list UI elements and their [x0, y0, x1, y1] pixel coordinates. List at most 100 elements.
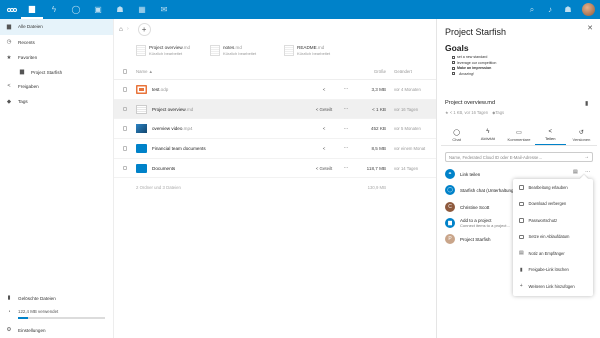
mail-app-icon[interactable]: ✉ [153, 0, 175, 19]
column-name[interactable]: Name ▲ [136, 69, 356, 74]
clock-icon: ◷ [6, 39, 12, 46]
share-search-input[interactable]: Name, Federated Cloud ID oder E-Mail-Adr… [445, 152, 593, 162]
project-row[interactable]: P Project Starfish [445, 233, 491, 245]
trash-icon: ▮ [519, 266, 523, 273]
share-icon: < [7, 83, 11, 90]
star-icon[interactable]: ★ [445, 110, 449, 115]
contacts-menu-icon[interactable]: ☗ [559, 0, 577, 19]
nav-tags[interactable]: ◆ Tags [0, 94, 113, 110]
menu-expiration[interactable]: Setze ein Ablaufdatum [513, 229, 593, 246]
talk-app-icon[interactable]: ◯ [65, 0, 87, 19]
tab-comments[interactable]: ▭ Kommentare [503, 125, 534, 145]
photos-app-icon[interactable]: ▣ [87, 0, 109, 19]
user-avatar[interactable] [582, 3, 595, 16]
arrow-right-icon[interactable]: → [584, 154, 589, 160]
contacts-app-icon[interactable]: ☗ [109, 0, 131, 19]
share-button[interactable]: < Geteilt [312, 166, 336, 171]
recent-name: README [297, 45, 317, 50]
tab-chat[interactable]: ◯ Chat [441, 125, 472, 145]
share-button[interactable]: < Geteilt [312, 107, 336, 112]
more-icon[interactable]: ··· [336, 106, 356, 112]
file-meta: ★ < 1 KB, vor 16 Tagen ◆Tags [445, 110, 505, 115]
history-icon: ↺ [578, 129, 584, 136]
activity-app-icon[interactable]: ϟ [43, 0, 65, 19]
recent-ext: .md [182, 45, 191, 50]
more-icon[interactable]: ··· [336, 165, 356, 171]
nav-all-files[interactable]: ▆ Alle Dateien [0, 19, 113, 35]
recent-card[interactable]: Project overview.md Kürzlich bearbeitet [136, 45, 210, 56]
tab-activity[interactable]: ϟ Aktivität [472, 125, 503, 145]
column-modified[interactable]: Geändert [394, 69, 436, 74]
nextcloud-logo-icon[interactable] [3, 0, 21, 19]
activity-icon: ϟ [486, 129, 490, 135]
search-icon[interactable]: ⌕ [523, 0, 541, 19]
delete-icon[interactable]: ▮ [585, 100, 588, 107]
checkbox[interactable] [519, 185, 524, 190]
row-checkbox[interactable] [114, 87, 136, 92]
menu-allow-editing[interactable]: Bearbeitung erlauben [513, 179, 593, 196]
files-app-icon[interactable]: ▆ [21, 0, 43, 19]
checkbox[interactable] [519, 234, 524, 239]
column-size[interactable]: Größe [356, 69, 394, 74]
notifications-icon[interactable]: ♪ [541, 0, 559, 19]
file-summary: 2 Ordner und 3 Dateien 130,9 MB [114, 178, 436, 196]
nav-shares[interactable]: < Freigaben [0, 79, 113, 95]
table-row[interactable]: test .odp < ··· 3,3 MB vor 4 Monaten [114, 80, 436, 100]
text-file-icon [284, 45, 294, 56]
close-icon[interactable]: ✕ [587, 24, 593, 32]
tab-sharing[interactable]: < Teilen [534, 125, 566, 145]
more-icon[interactable]: ··· [585, 169, 590, 175]
nav-favorites[interactable]: ★ Favoriten [0, 50, 113, 66]
nav-settings[interactable]: ⚙ Einstellungen [0, 323, 113, 338]
file-size: 8,5 MB [371, 145, 386, 151]
more-icon[interactable]: ··· [336, 126, 356, 132]
menu-note[interactable]: ▤ Notiz an Empfänger [513, 245, 593, 262]
add-to-project-row[interactable]: ▆ Add to a project Connect items to a pro… [445, 217, 510, 229]
share-row[interactable]: C Christine Scott [445, 201, 489, 213]
file-size: 118,7 MB [366, 165, 386, 171]
rich-workspace-heading: Goals [445, 43, 469, 53]
goals-checklist[interactable]: set a new standard leverage our competit… [452, 55, 496, 77]
share-row[interactable]: ◯ Starfish chat (Unterhaltung) [445, 184, 515, 196]
checkbox[interactable] [519, 218, 524, 223]
clipboard-icon[interactable]: ▤ [573, 169, 578, 175]
file-name-cell[interactable]: Financial team documents [136, 143, 312, 153]
row-checkbox[interactable] [114, 126, 136, 131]
select-all-checkbox[interactable] [114, 69, 136, 74]
recent-card[interactable]: notes.md Kürzlich bearbeitet [210, 45, 284, 56]
row-checkbox[interactable] [114, 165, 136, 171]
table-row[interactable]: Financial team documents < ··· 8,5 MB vor e… [114, 139, 436, 159]
share-button[interactable]: < [312, 126, 336, 131]
home-icon[interactable]: ⌂ [119, 26, 123, 33]
new-file-button[interactable]: + [137, 22, 151, 36]
row-checkbox[interactable] [114, 106, 136, 112]
table-header: Name ▲ Größe Geändert [114, 64, 436, 80]
file-name-cell[interactable]: Project overview .md [136, 104, 312, 114]
calendar-app-icon[interactable]: ▦ [131, 0, 153, 19]
menu-password[interactable]: Passwortschutz [513, 212, 593, 229]
nav-recents[interactable]: ◷ Recents [0, 35, 113, 51]
table-row[interactable]: Project overview .md < Geteilt ··· < 1 KB vor… [114, 99, 436, 120]
nav-deleted-files[interactable]: ▮ Gelöschte Dateien [0, 291, 113, 307]
menu-add-link[interactable]: + Weiteren Link hinzufügen [513, 278, 593, 295]
share-button[interactable]: < [312, 146, 336, 151]
recent-card[interactable]: README.md Kürzlich bearbeitet [284, 45, 358, 56]
file-name-cell[interactable]: test .odp [136, 84, 312, 94]
table-row[interactable]: Documents < Geteilt ··· 118,7 MB vor 14 Tage… [114, 159, 436, 179]
share-link-row[interactable]: ⚭ Link teilen [445, 168, 480, 180]
menu-hide-download[interactable]: Download verbergen [513, 196, 593, 213]
chat-icon: ◯ [445, 185, 455, 195]
file-name-cell[interactable]: overview video .mp4 [136, 124, 312, 134]
file-name: test [152, 86, 160, 92]
table-row[interactable]: overview video .mp4 < ··· 452 KB vor 5 Monat… [114, 119, 436, 140]
share-button[interactable]: < [312, 87, 336, 92]
row-checkbox[interactable] [114, 146, 136, 151]
tab-versions[interactable]: ↺ Versionen [566, 125, 597, 145]
menu-delete-link[interactable]: ▮ Freigabe-Link löschen [513, 262, 593, 279]
nav-favorite-project-starfish[interactable]: ▆ Project Starfish [0, 66, 113, 79]
more-icon[interactable]: ··· [336, 145, 356, 151]
checkbox[interactable] [519, 201, 524, 206]
more-icon[interactable]: ··· [336, 86, 356, 92]
nav-label: Recents [18, 39, 35, 45]
file-name-cell[interactable]: Documents [136, 163, 312, 173]
